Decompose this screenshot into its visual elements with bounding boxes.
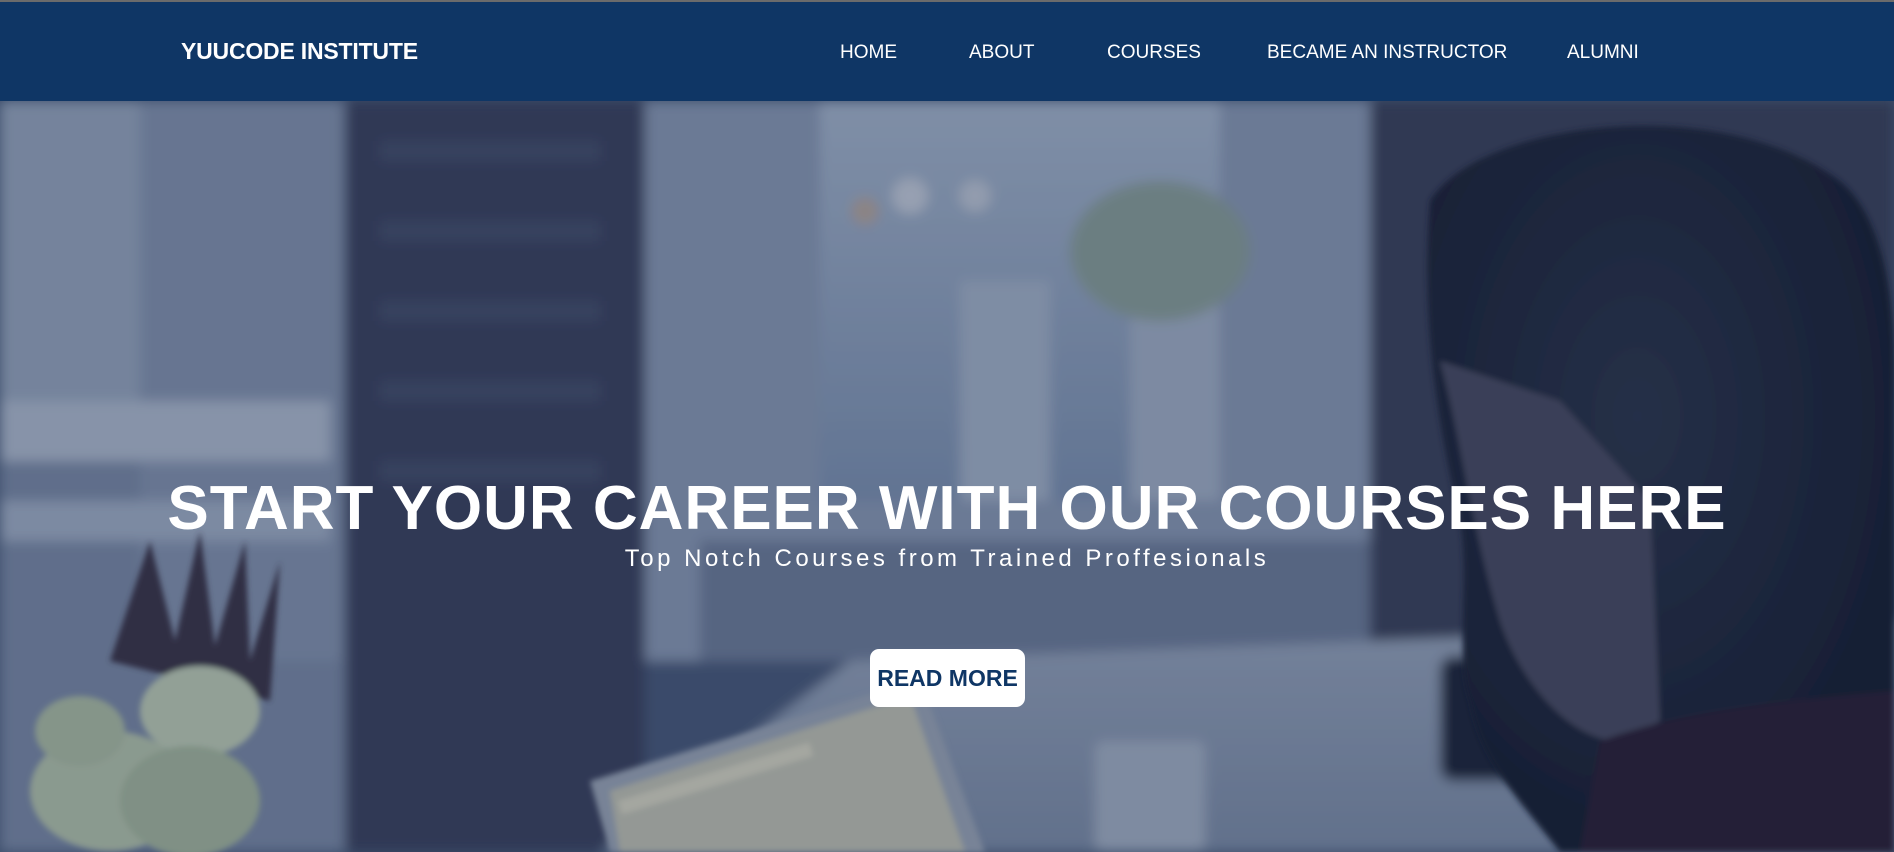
nav-courses[interactable]: COURSES [1107, 42, 1201, 64]
hero-headline: START YOUR CAREER WITH OUR COURSES HERE [167, 474, 1727, 543]
nav-alumni[interactable]: ALUMNI [1567, 42, 1639, 64]
nav-become-instructor[interactable]: BECAME AN INSTRUCTOR [1267, 42, 1507, 64]
brand-logo-text[interactable]: YUUCODE INSTITUTE [181, 38, 418, 65]
nav-about[interactable]: ABOUT [969, 42, 1034, 64]
nav-home[interactable]: HOME [840, 42, 897, 64]
read-more-button[interactable]: READ MORE [870, 649, 1025, 707]
navbar: YUUCODE INSTITUTE HOME ABOUT COURSES BEC… [0, 2, 1894, 101]
hero-section: START YOUR CAREER WITH OUR COURSES HERE … [0, 101, 1894, 852]
hero-subheadline: Top Notch Courses from Trained Proffesio… [624, 545, 1270, 572]
